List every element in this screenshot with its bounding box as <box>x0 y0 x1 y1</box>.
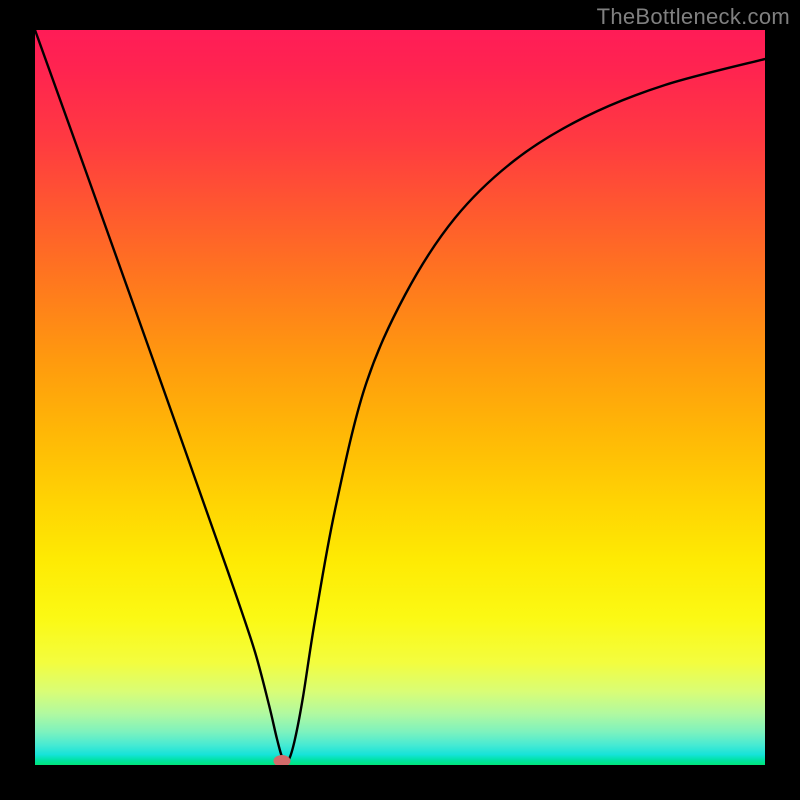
chart-container: TheBottleneck.com <box>0 0 800 800</box>
bottleneck-curve <box>35 30 765 762</box>
optimal-point-marker <box>274 755 291 765</box>
plot-area <box>35 30 765 765</box>
watermark-text: TheBottleneck.com <box>597 4 790 30</box>
curve-svg <box>35 30 765 765</box>
